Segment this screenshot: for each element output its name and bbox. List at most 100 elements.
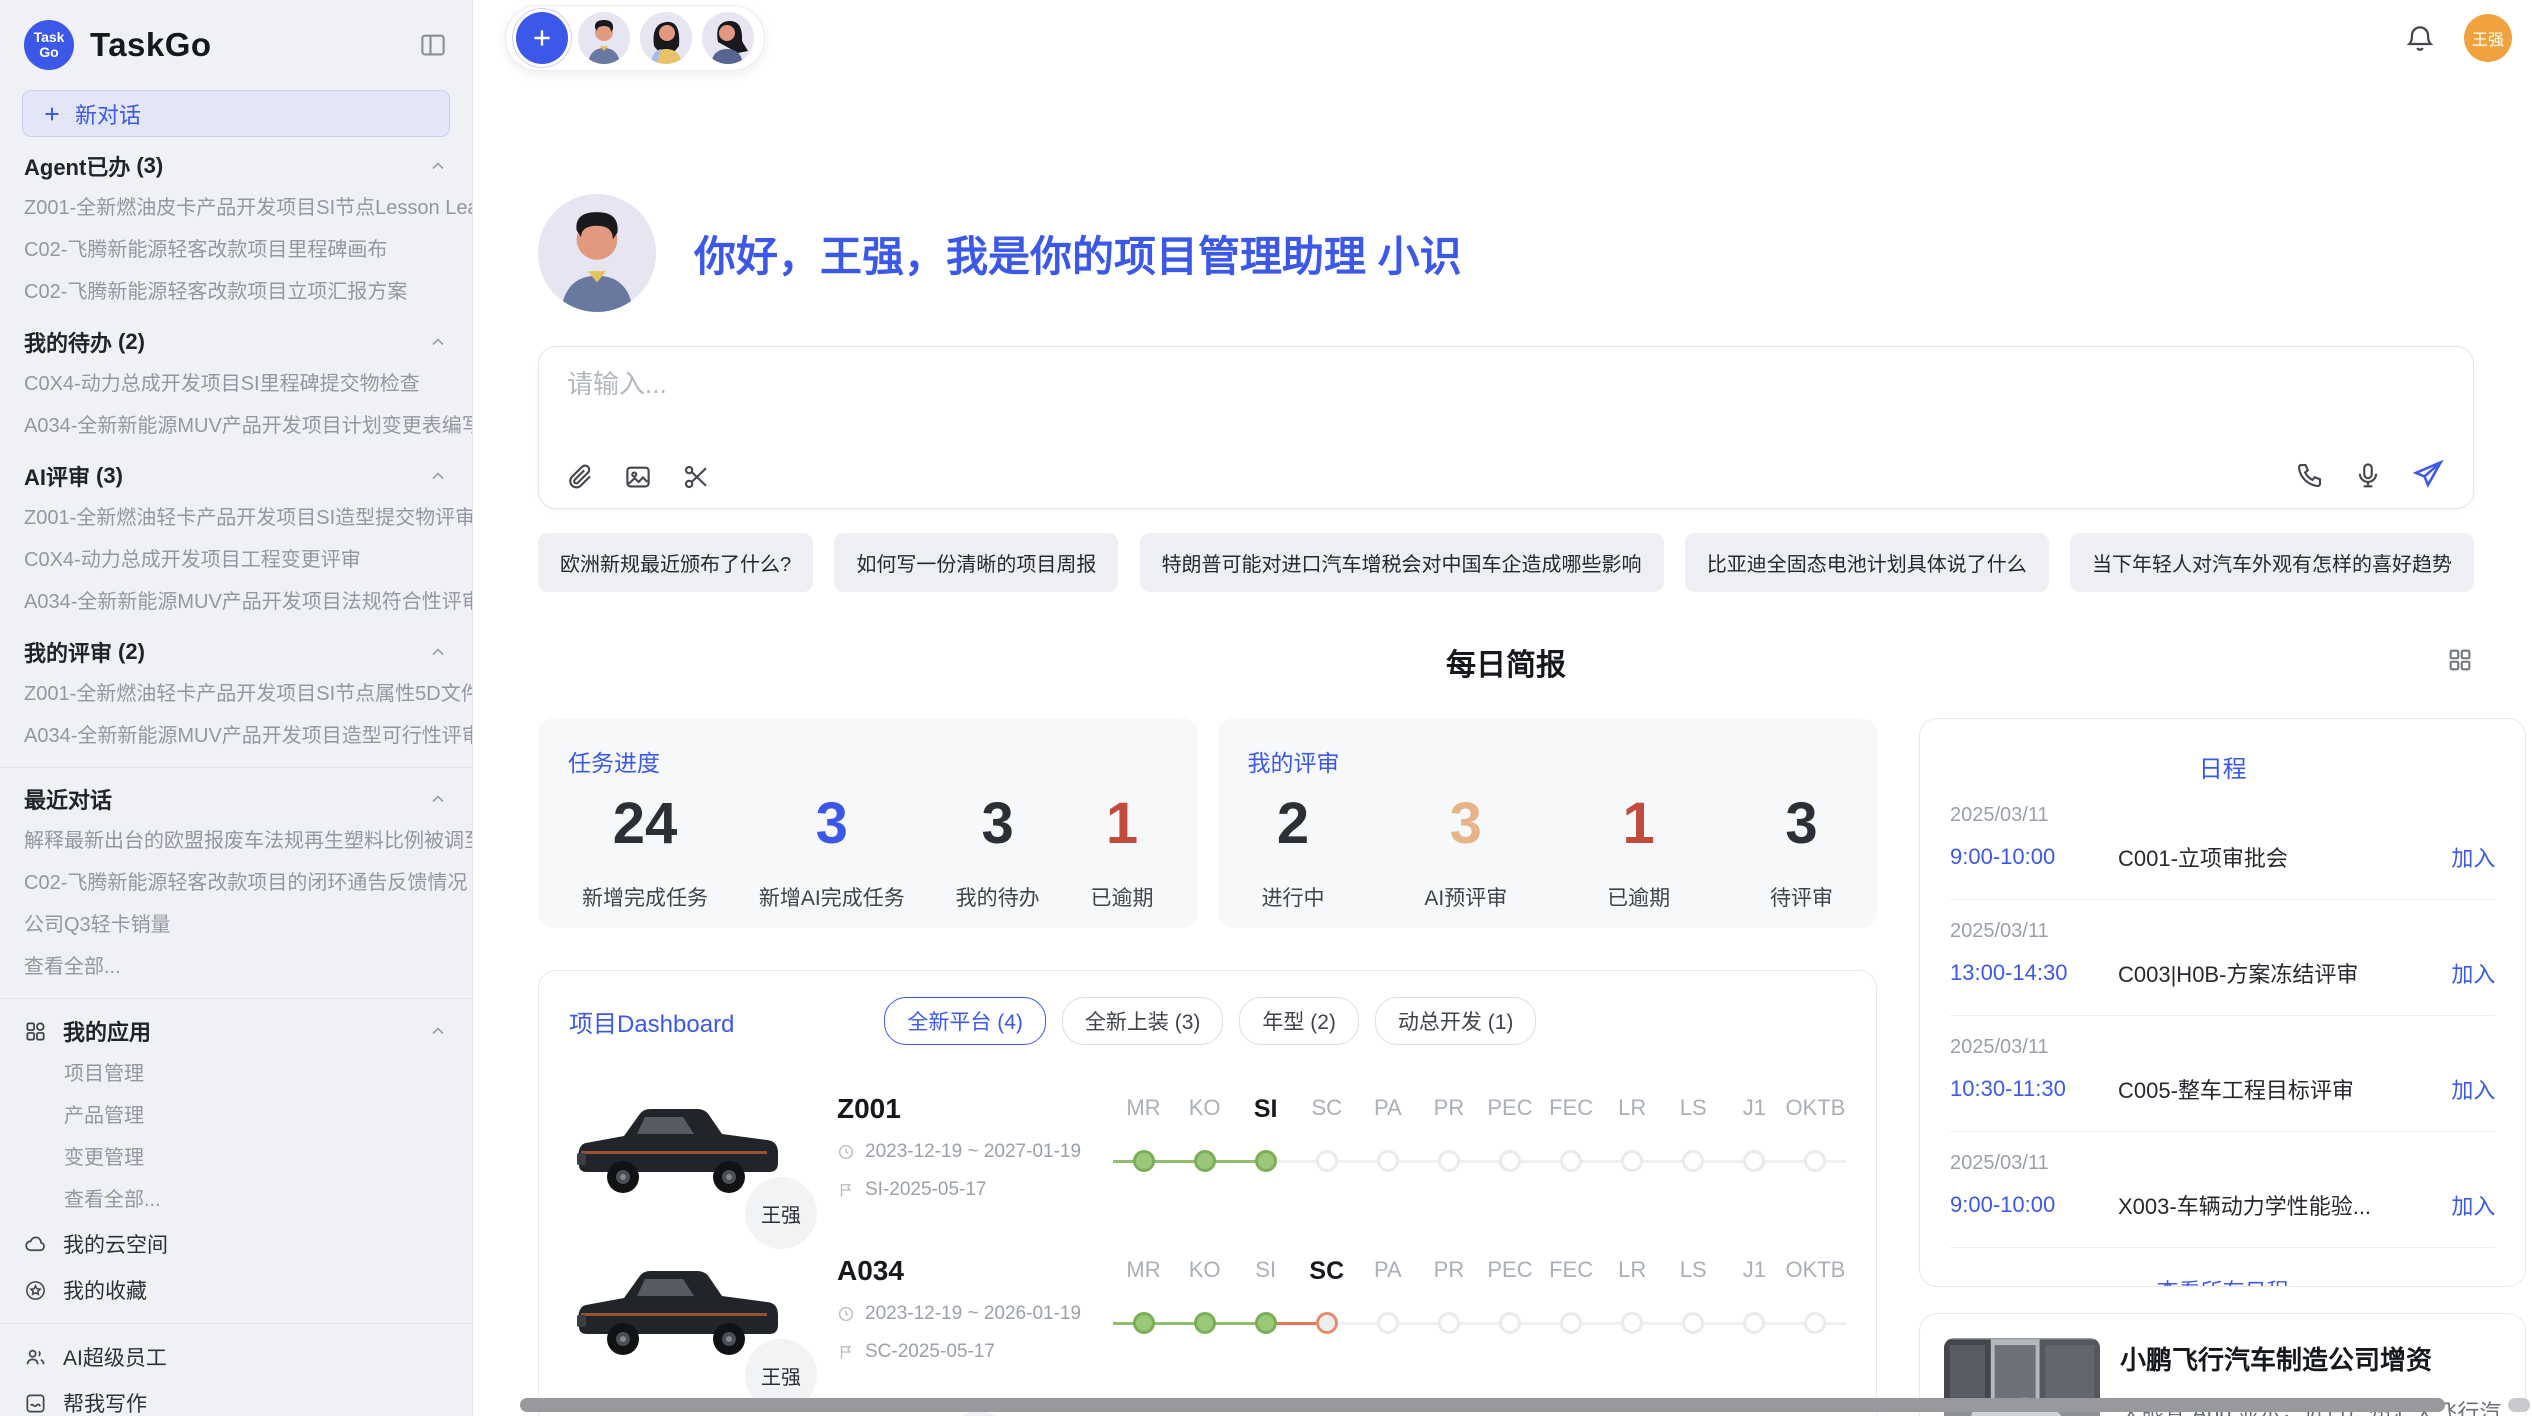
schedule-time: 10:30-11:30: [1950, 1076, 2118, 1102]
section-label: Agent已办: [24, 150, 130, 182]
list-item[interactable]: C02-飞腾新能源轻客改款项目里程碑画布: [0, 229, 472, 271]
list-item[interactable]: A034-全新新能源MUV产品开发项目法规符合性评审: [0, 581, 472, 623]
section-my-todo[interactable]: 我的待办 (2): [0, 321, 472, 363]
list-item[interactable]: C02-飞腾新能源轻客改款项目立项汇报方案: [0, 271, 472, 313]
add-workspace-button[interactable]: [516, 12, 568, 64]
join-button[interactable]: 加入: [2451, 957, 2495, 989]
section-ai-review[interactable]: AI评审 (3): [0, 455, 472, 497]
my-review-card: 我的评审 2 进行中 3 AI预评审: [1218, 718, 1878, 928]
list-item[interactable]: C0X4-动力总成开发项目工程变更评审: [0, 539, 472, 581]
flag-icon: [837, 1181, 855, 1199]
avatar[interactable]: [578, 12, 630, 64]
milestone-dot-done: [1133, 1150, 1155, 1172]
chevron-up-icon[interactable]: [428, 642, 448, 662]
sidebar-item-favorites[interactable]: 我的收藏: [0, 1267, 472, 1313]
list-item[interactable]: Z001-全新燃油皮卡产品开发项目SI节点Lesson Learn报告: [0, 187, 472, 229]
schedule-item[interactable]: 2025/03/11 10:30-11:30 C005-整车工程目标评审 加入: [1950, 1016, 2495, 1132]
schedule-event-title: C003|H0B-方案冻结评审: [2118, 957, 2439, 989]
stat-value: 1: [1622, 788, 1654, 860]
milestone-dot-done: [1194, 1312, 1216, 1334]
section-my-apps[interactable]: 我的应用: [0, 1009, 472, 1053]
milestone-label: FEC: [1541, 1257, 1602, 1286]
sidebar-collapse-icon[interactable]: [418, 30, 448, 60]
milestone-dot-done: [1255, 1150, 1277, 1172]
schedule-card: 日程 2025/03/11 9:00-10:00 C001-立项审批会 加入 2…: [1919, 718, 2526, 1287]
scissors-icon[interactable]: [681, 462, 711, 492]
sidebar-item-change-mgmt[interactable]: 变更管理: [0, 1137, 472, 1179]
section-label: AI评审: [24, 460, 90, 492]
milestone-label: OKTB: [1785, 1257, 1846, 1286]
tab-all-platform[interactable]: 全新平台 (4): [884, 997, 1046, 1045]
taskgo-app: Task Go TaskGo 新对话 Agent已办 (3) Z001-全新燃油…: [0, 0, 2532, 1416]
avatar[interactable]: [702, 12, 754, 64]
horizontal-scrollbar[interactable]: [517, 1398, 2532, 1413]
milestone-label: LS: [1663, 1257, 1724, 1286]
list-item[interactable]: 解释最新出台的欧盟报废车法规再生塑料比例被调至15%...: [0, 820, 472, 862]
sidebar-item-project-mgmt[interactable]: 项目管理: [0, 1053, 472, 1095]
view-all-recent[interactable]: 查看全部...: [0, 946, 472, 988]
layout-grid-icon[interactable]: [2446, 646, 2474, 674]
suggestion-chip[interactable]: 特朗普可能对进口汽车增税会对中国车企造成哪些影响: [1140, 533, 1664, 592]
schedule-event-title: C005-整车工程目标评审: [2118, 1073, 2439, 1105]
chat-composer: [538, 346, 2474, 509]
join-button[interactable]: 加入: [2451, 1189, 2495, 1221]
dashboard-tabs: 全新平台 (4) 全新上装 (3) 年型 (2) 动总开发 (1): [884, 997, 1536, 1045]
microphone-icon[interactable]: [2353, 460, 2383, 490]
suggestion-chip[interactable]: 当下年轻人对汽车外观有怎样的喜好趋势: [2070, 533, 2474, 592]
schedule-item[interactable]: 2025/03/11 9:00-10:00 C001-立项审批会 加入: [1950, 784, 2495, 900]
list-item[interactable]: A034-全新新能源MUV产品开发项目造型可行性评审: [0, 715, 472, 757]
dashboard-header: 项目Dashboard 全新平台 (4) 全新上装 (3) 年型 (2) 动总开…: [569, 997, 1846, 1045]
schedule-item[interactable]: 2025/03/11 13:00-14:30 C003|H0B-方案冻结评审 加…: [1950, 900, 2495, 1016]
user-avatar[interactable]: 王强: [2464, 14, 2512, 62]
attachment-icon[interactable]: [565, 462, 595, 492]
section-label: 最近对话: [24, 783, 112, 815]
sidebar-item-cloud-space[interactable]: 我的云空间: [0, 1221, 472, 1267]
notification-bell-icon[interactable]: [2404, 22, 2436, 54]
sidebar-item-write-helper[interactable]: 帮我写作: [0, 1380, 472, 1416]
chevron-up-icon[interactable]: [428, 789, 448, 809]
list-item[interactable]: A034-全新新能源MUV产品开发项目计划变更表编写: [0, 405, 472, 447]
list-item[interactable]: 公司Q3轻卡销量: [0, 904, 472, 946]
view-all-schedule-link[interactable]: 查看所有日程: [1950, 1274, 2495, 1287]
tab-powertrain[interactable]: 动总开发 (1): [1375, 997, 1537, 1045]
scrollbar-thumb[interactable]: [520, 1398, 2445, 1412]
project-row-z001[interactable]: 王强 Z001 2023-12-19 ~ 2027-01-19: [569, 1093, 1846, 1203]
avatar[interactable]: [640, 12, 692, 64]
view-all-apps[interactable]: 查看全部...: [0, 1179, 472, 1221]
chevron-up-icon[interactable]: [428, 332, 448, 352]
new-chat-label: 新对话: [75, 98, 141, 130]
list-item[interactable]: C0X4-动力总成开发项目SI里程碑提交物检查: [0, 363, 472, 405]
section-recent-chats[interactable]: 最近对话: [0, 778, 472, 820]
join-button[interactable]: 加入: [2451, 841, 2495, 873]
milestone-dot-done: [1194, 1150, 1216, 1172]
daily-brief-header: 每日简报: [538, 642, 2474, 682]
project-row-a034[interactable]: 王强 A034 2023-12-19 ~ 2026-01-19: [569, 1255, 1846, 1365]
list-item[interactable]: Z001-全新燃油轻卡产品开发项目SI造型提交物评审: [0, 497, 472, 539]
phone-icon[interactable]: [2295, 460, 2325, 490]
suggestion-chip[interactable]: 如何写一份清晰的项目周报: [834, 533, 1118, 592]
sidebar-item-ai-staff[interactable]: AI超级员工: [0, 1334, 472, 1380]
chat-input[interactable]: [567, 369, 2445, 400]
section-my-review[interactable]: 我的评审 (2): [0, 631, 472, 673]
chevron-up-icon[interactable]: [428, 466, 448, 486]
news-title: 小鹏飞行汽车制造公司增资: [2120, 1340, 2501, 1377]
logo-text-top: Task: [34, 30, 65, 45]
image-icon[interactable]: [623, 462, 653, 492]
project-info: A034 2023-12-19 ~ 2026-01-19 SC-2025-05-…: [837, 1255, 1089, 1365]
tab-new-body[interactable]: 全新上装 (3): [1062, 997, 1224, 1045]
list-item[interactable]: Z001-全新燃油轻卡产品开发项目SI节点属性5D文件评审: [0, 673, 472, 715]
chevron-up-icon[interactable]: [428, 156, 448, 176]
suggestion-chip[interactable]: 欧洲新规最近颁布了什么?: [538, 533, 813, 592]
list-item[interactable]: C02-飞腾新能源轻客改款项目的闭环通告反馈情况: [0, 862, 472, 904]
schedule-item[interactable]: 2025/03/11 9:00-10:00 X003-车辆动力学性能验... 加…: [1950, 1132, 2495, 1248]
join-button[interactable]: 加入: [2451, 1073, 2495, 1105]
tab-model-year[interactable]: 年型 (2): [1239, 997, 1359, 1045]
chevron-up-icon[interactable]: [428, 1021, 448, 1041]
send-icon[interactable]: [2411, 458, 2445, 492]
sidebar-item-product-mgmt[interactable]: 产品管理: [0, 1095, 472, 1137]
stat-value: 1: [1106, 788, 1138, 860]
new-chat-button[interactable]: 新对话: [22, 90, 450, 137]
divider: [0, 767, 472, 768]
suggestion-chip[interactable]: 比亚迪全固态电池计划具体说了什么: [1685, 533, 2049, 592]
section-agent-done[interactable]: Agent已办 (3): [0, 145, 472, 187]
